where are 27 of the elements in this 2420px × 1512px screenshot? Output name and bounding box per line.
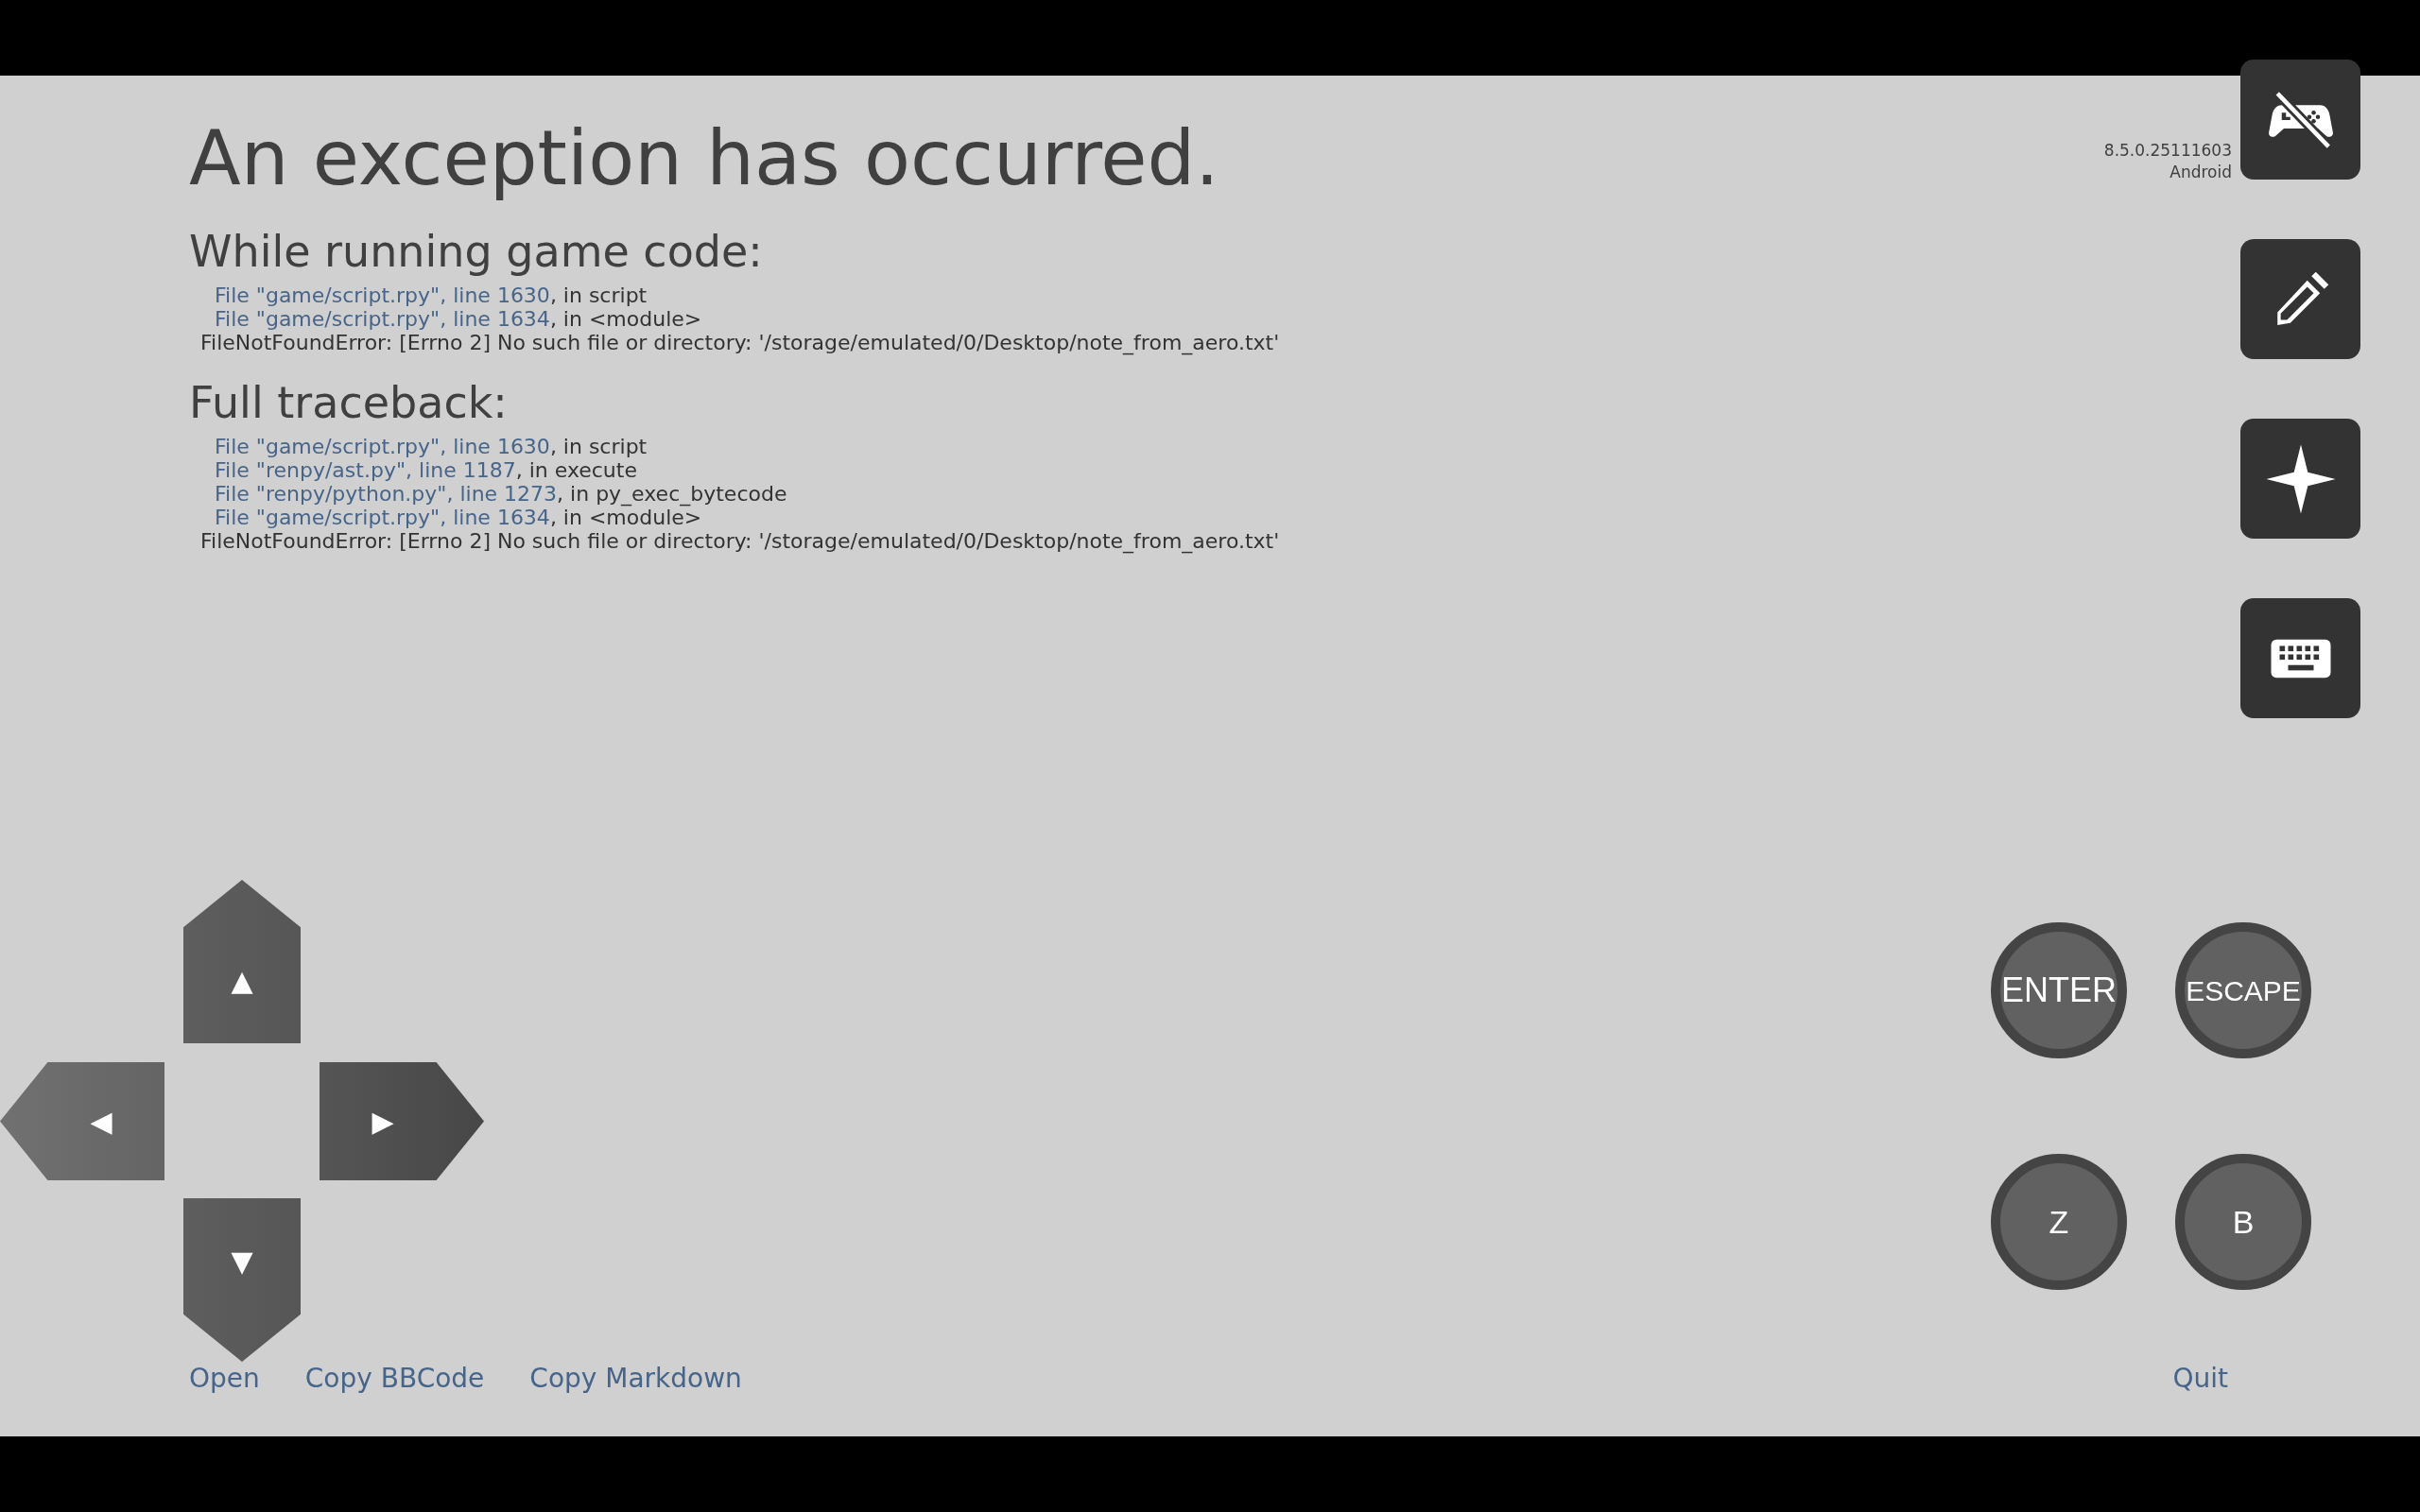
error-title: An exception has occurred. <box>189 116 1219 201</box>
traceback-link[interactable]: File "game/script.rpy", line 1630 <box>215 284 550 307</box>
side-sparkle-button[interactable] <box>2240 419 2360 539</box>
action-link[interactable]: Copy Markdown <box>529 1363 742 1395</box>
traceback-link[interactable]: File "renpy/ast.py", line 1187 <box>215 458 516 482</box>
version-text: Android <box>2169 162 2232 183</box>
traceback-line: File "renpy/python.py", line 1273, in py_exec_bytecode <box>214 482 787 506</box>
version-text: 8.5.0.25111603 <box>2103 140 2232 162</box>
section-heading: While running game code: <box>189 225 763 278</box>
traceback-line: File "renpy/ast.py", line 1187, in execute <box>214 458 637 482</box>
error-message: FileNotFoundError: [Errno 2] No such file or directory: '/storage/emulated/0/Desktop/note_from_aero.txt' <box>199 331 1280 354</box>
traceback-link[interactable]: File "game/script.rpy", line 1630 <box>215 435 550 458</box>
traceback-link[interactable]: File "renpy/python.py", line 1273 <box>215 482 558 506</box>
section-heading: Full traceback: <box>189 376 508 429</box>
side-pencil-button[interactable] <box>2240 239 2360 359</box>
quit-link[interactable]: Quit <box>2172 1363 2228 1395</box>
traceback-link[interactable]: File "game/script.rpy", line 1634 <box>215 506 550 529</box>
action-link[interactable]: Copy BBCode <box>304 1363 485 1395</box>
side-gamepad-off-button[interactable] <box>2240 60 2360 180</box>
traceback-line: File "game/script.rpy", line 1630, in script <box>214 435 648 458</box>
side-keyboard-button[interactable] <box>2240 598 2360 718</box>
error-message: FileNotFoundError: [Errno 2] No such file or directory: '/storage/emulated/0/Desktop/note_from_aero.txt' <box>199 529 1280 553</box>
traceback-line: File "game/script.rpy", line 1634, in <module> <box>214 307 702 331</box>
traceback-line: File "game/script.rpy", line 1634, in <module> <box>214 506 702 529</box>
traceback-link[interactable]: File "game/script.rpy", line 1634 <box>215 307 550 331</box>
traceback-line: File "game/script.rpy", line 1630, in script <box>214 284 648 307</box>
action-link[interactable]: Open <box>189 1363 260 1395</box>
